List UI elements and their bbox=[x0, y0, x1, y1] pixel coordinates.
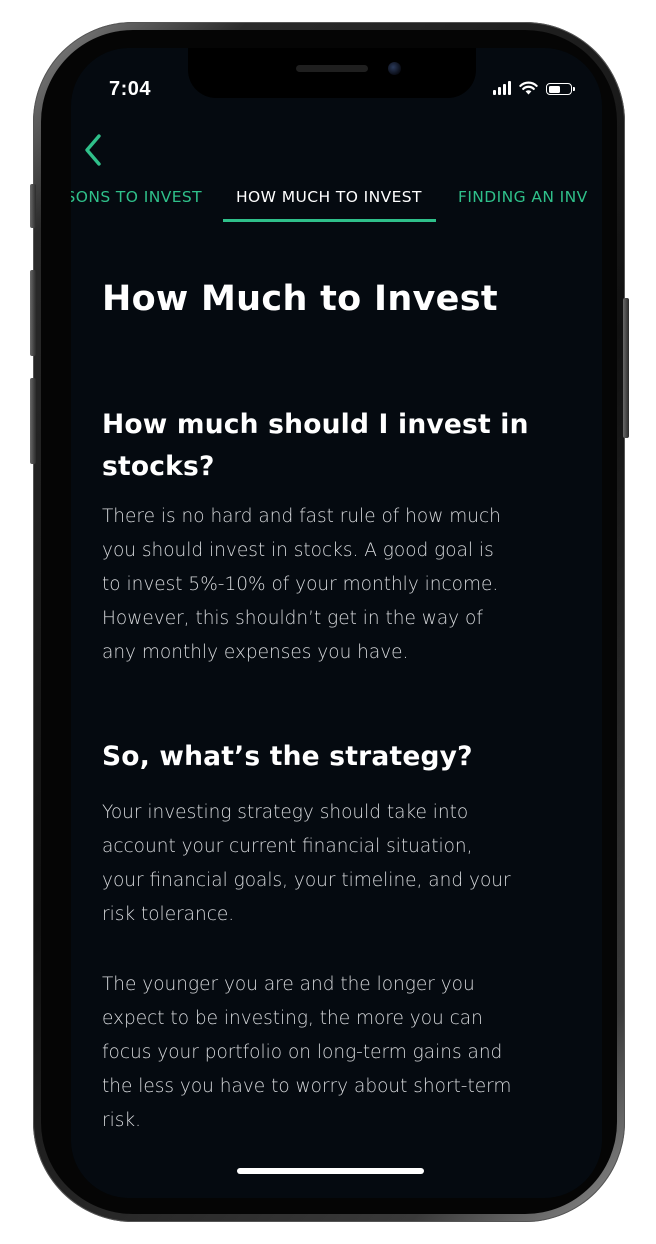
text-line: The younger you are and the longer you bbox=[102, 974, 475, 995]
text-line: However, this shouldn’t get in the way o… bbox=[102, 608, 483, 629]
page-title: How Much to Invest bbox=[102, 279, 498, 319]
cellular-signal-icon bbox=[493, 81, 511, 95]
home-indicator[interactable] bbox=[237, 1168, 424, 1174]
volume-down-button bbox=[30, 378, 36, 464]
text-line: you should invest in stocks. A good goal… bbox=[102, 540, 494, 561]
text-line: any monthly expenses you have. bbox=[102, 642, 409, 663]
paragraph: The younger you are and the longer you e… bbox=[102, 968, 572, 1138]
wifi-icon bbox=[519, 81, 538, 95]
paragraph: There is no hard and fast rule of how mu… bbox=[102, 500, 572, 670]
paragraph: Your investing strategy should take into… bbox=[102, 796, 572, 932]
section-heading-line: stocks? bbox=[102, 451, 215, 482]
section-heading-line: How much should I invest in bbox=[102, 409, 529, 440]
notch bbox=[188, 48, 476, 98]
text-line: Your investing strategy should take into bbox=[102, 802, 469, 823]
section-heading-line: So, what’s the strategy? bbox=[102, 741, 473, 772]
section-heading: So, what’s the strategy? bbox=[102, 736, 572, 778]
battery-level bbox=[548, 85, 560, 93]
power-button bbox=[623, 298, 629, 438]
section-heading: How much should I invest in stocks? bbox=[102, 404, 572, 488]
status-icons bbox=[493, 81, 575, 95]
tab-how-much-to-invest[interactable]: HOW MUCH TO INVEST bbox=[236, 188, 422, 206]
chevron-left-icon bbox=[85, 134, 101, 166]
article-content: How Much to Invest How much should I inv… bbox=[102, 278, 572, 1138]
text-line: risk. bbox=[102, 1110, 141, 1131]
text-line: your financial goals, your timeline, and… bbox=[102, 870, 511, 891]
text-line: the less you have to worry about short-t… bbox=[102, 1076, 512, 1097]
action-button bbox=[30, 184, 36, 228]
status-time: 7:04 bbox=[109, 78, 152, 100]
text-line: focus your portfolio on long-term gains … bbox=[102, 1042, 503, 1063]
battery-icon bbox=[546, 83, 575, 95]
topic-tabs: SONS TO INVEST HOW MUCH TO INVEST FINDIN… bbox=[71, 188, 602, 224]
tab-reasons-to-invest[interactable]: SONS TO INVEST bbox=[71, 188, 202, 206]
section-how-much: How much should I invest in stocks? Ther… bbox=[102, 404, 572, 670]
app-screen: 7:04 SONS TO INVEST HOW MUCH TO INVEST F… bbox=[71, 48, 602, 1198]
text-line: expect to be investing, the more you can bbox=[102, 1008, 483, 1029]
section-strategy: So, what’s the strategy? Your investing … bbox=[102, 736, 572, 1138]
text-line: risk tolerance. bbox=[102, 904, 235, 925]
text-line: to invest 5%-10% of your monthly income. bbox=[102, 574, 499, 595]
front-camera bbox=[388, 62, 401, 75]
tab-finding-an-investment[interactable]: FINDING AN INV bbox=[458, 188, 588, 206]
active-tab-indicator bbox=[223, 219, 436, 222]
back-button[interactable] bbox=[76, 130, 110, 170]
volume-up-button bbox=[30, 270, 36, 356]
speaker-grille bbox=[296, 65, 368, 72]
text-line: There is no hard and fast rule of how mu… bbox=[102, 506, 501, 527]
text-line: account your current financial situation… bbox=[102, 836, 473, 857]
